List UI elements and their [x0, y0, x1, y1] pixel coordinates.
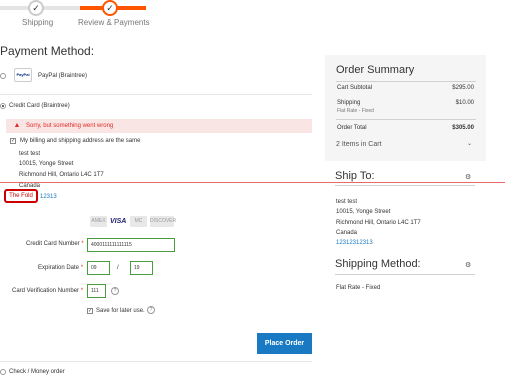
same-address-label[interactable]: My billing and shipping address are the … — [20, 138, 140, 144]
billing-phone: 12313 — [40, 194, 57, 200]
gear-icon[interactable]: ⚙ — [465, 173, 471, 181]
help-icon[interactable]: ? — [147, 306, 155, 314]
shipping-method-sub: Flat Rate - Fixed — [337, 108, 374, 114]
cvv-input[interactable]: 111 — [87, 284, 106, 298]
divider — [336, 119, 476, 120]
divider — [0, 361, 312, 362]
fold-line — [0, 182, 505, 183]
order-summary-title: Order Summary — [336, 64, 415, 76]
gear-icon[interactable]: ⚙ — [465, 261, 471, 269]
ship-to-city: Richmond Hill, Ontario L4C 1T7 — [336, 220, 421, 226]
shipping-method-value: Flat Rate - Fixed — [336, 285, 381, 291]
order-total-label: Order Total — [337, 125, 367, 131]
error-message-text: Sorry, but something went wrong — [26, 123, 114, 129]
divider — [335, 274, 475, 275]
discover-card-icon: DISCOVER — [150, 216, 176, 227]
cc-number-label: Credit Card Number * — [26, 241, 84, 247]
divider — [335, 185, 475, 186]
visa-card-icon: VISA — [110, 216, 127, 227]
items-in-cart-toggle[interactable]: 2 Items in Cart — [336, 141, 382, 148]
ship-to-name: test test — [336, 199, 358, 205]
credit-card-radio[interactable] — [0, 103, 6, 109]
ship-to-title: Ship To: — [335, 170, 375, 182]
expiration-date-label: Expiration Date * — [38, 265, 84, 271]
billing-name: test test — [19, 151, 41, 157]
paypal-logo: PayPal — [14, 68, 32, 82]
help-icon[interactable]: ? — [111, 287, 119, 295]
cart-subtotal-value: $295.00 — [452, 85, 474, 91]
step-review-payments-label: Review & Payments — [78, 18, 150, 27]
amex-card-icon: AMEX — [90, 216, 107, 227]
shipping-label: Shipping — [337, 100, 361, 106]
paypal-label[interactable]: PayPal (Braintree) — [38, 73, 87, 79]
save-card-label[interactable]: Save for later use. — [96, 308, 145, 314]
ship-to-country: Canada — [336, 230, 358, 236]
credit-card-label[interactable]: Credit Card (Braintree) — [9, 103, 70, 109]
paypal-radio[interactable] — [0, 73, 6, 79]
ship-to-phone[interactable]: 12312312313 — [336, 240, 373, 246]
order-summary-panel: Order Summary Cart Subtotal $295.00 Ship… — [325, 55, 486, 161]
shipping-value: $10.00 — [455, 100, 474, 106]
order-total-value: $305.00 — [452, 125, 474, 131]
warning-icon: ▲ — [13, 122, 21, 129]
step-shipping-label[interactable]: Shipping — [22, 18, 53, 27]
cart-subtotal-label: Cart Subtotal — [337, 85, 373, 91]
place-order-button[interactable]: Place Order — [257, 333, 312, 354]
divider — [336, 81, 476, 82]
exp-separator: / — [117, 265, 119, 271]
save-card-checkbox[interactable]: ✓ — [87, 308, 93, 314]
same-address-checkbox[interactable]: ✓ — [10, 138, 16, 144]
payment-method-title: Payment Method: — [0, 44, 95, 58]
fold-badge: The Fold — [4, 189, 38, 203]
ship-to-street: 10015, Yonge Street — [336, 209, 391, 215]
chevron-down-icon[interactable]: ⌄ — [467, 140, 472, 147]
check-money-order-label[interactable]: Check / Money order — [9, 369, 65, 375]
mastercard-card-icon: MC — [130, 216, 147, 227]
check-money-order-radio[interactable] — [0, 369, 6, 375]
shipping-method-title: Shipping Method: — [335, 258, 421, 270]
divider — [0, 94, 312, 95]
cc-number-input[interactable]: 4000111111111115 — [87, 238, 175, 252]
billing-street: 10015, Yonge Street — [19, 161, 74, 167]
cvv-label: Card Verification Number * — [12, 288, 84, 294]
checkout-progress-bar: ✓ Shipping ✓ Review & Payments — [0, 0, 160, 30]
billing-city: Richmond Hill, Ontario L4C 1T7 — [19, 172, 104, 178]
exp-year-input[interactable]: 19 — [130, 261, 153, 275]
error-message-box: ▲ Sorry, but something went wrong — [6, 119, 312, 133]
check-icon: ✓ — [28, 0, 44, 16]
exp-month-input[interactable]: 09 — [87, 261, 110, 275]
check-icon: ✓ — [102, 0, 118, 16]
